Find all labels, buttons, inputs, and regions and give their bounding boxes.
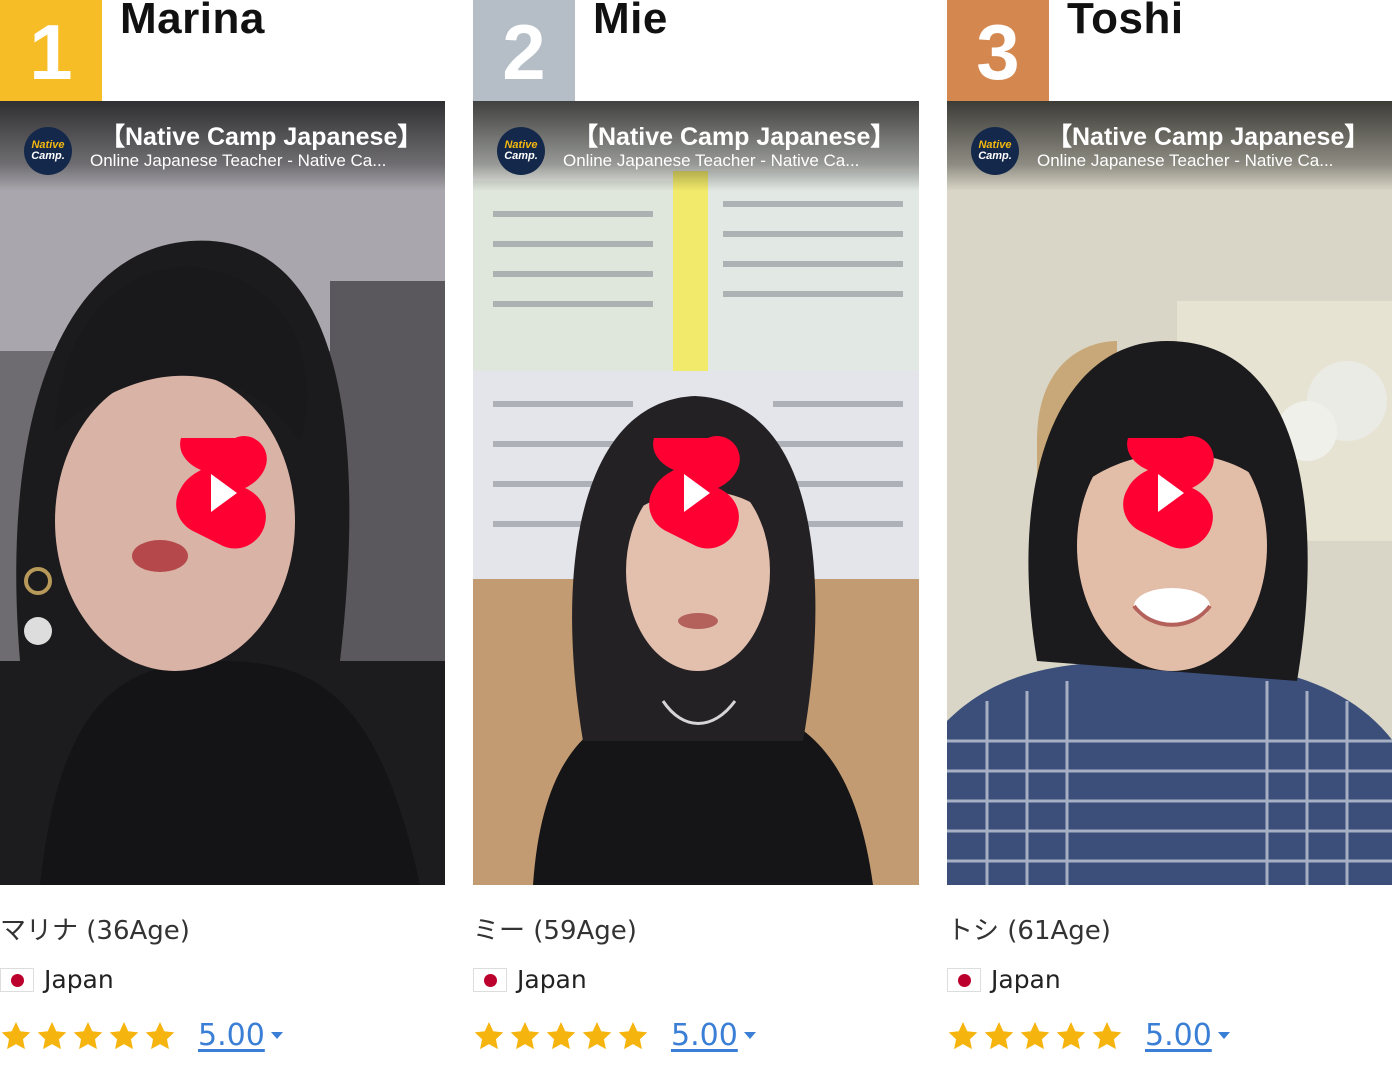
video-thumbnail[interactable]: Native Camp. 【Native Camp Japanese】 Onli… — [0, 101, 445, 885]
star-icon — [546, 1021, 576, 1049]
channel-logo-line2: Camp. — [504, 150, 538, 162]
star-icon — [37, 1021, 67, 1049]
rank-badge: 2 — [473, 0, 575, 101]
country-row: Japan — [473, 965, 587, 994]
star-icon — [618, 1021, 648, 1049]
teacher-name-age: マリナ (36Age) — [0, 916, 190, 946]
caret-down-icon[interactable] — [1217, 1032, 1230, 1039]
shorts-play-icon[interactable] — [646, 434, 744, 552]
rating-value-link[interactable]: 5.00 — [671, 1018, 738, 1053]
star-icon — [474, 1021, 504, 1049]
country-label: Japan — [517, 965, 587, 994]
caret-down-icon[interactable] — [743, 1032, 756, 1039]
teacher-name[interactable]: Marina — [120, 0, 265, 44]
channel-logo[interactable]: Native Camp. — [24, 127, 72, 175]
video-title[interactable]: 【Native Camp Japanese】 — [573, 117, 895, 153]
star-rating — [947, 1020, 1123, 1052]
shorts-play-icon[interactable] — [1120, 434, 1218, 552]
teacher-card-2: 2 Mie Native Camp. 【Native Camp Japanese… — [473, 0, 919, 1092]
teacher-name[interactable]: Mie — [593, 0, 668, 44]
star-icon — [73, 1021, 103, 1049]
country-row: Japan — [947, 965, 1061, 994]
star-icon — [109, 1021, 139, 1049]
channel-logo[interactable]: Native Camp. — [971, 127, 1019, 175]
rating-value-link[interactable]: 5.00 — [1145, 1018, 1212, 1053]
country-row: Japan — [0, 965, 114, 994]
video-subtitle: Online Japanese Teacher - Native Ca... — [90, 151, 387, 170]
star-icon — [1056, 1021, 1086, 1049]
star-icon — [145, 1021, 175, 1049]
caret-down-icon[interactable] — [270, 1032, 283, 1039]
rating-row: 5.00 — [0, 1018, 283, 1053]
country-label: Japan — [44, 965, 114, 994]
channel-logo-line2: Camp. — [978, 150, 1012, 162]
video-thumbnail[interactable]: Native Camp. 【Native Camp Japanese】 Onli… — [473, 101, 919, 885]
rank-badge: 3 — [947, 0, 1049, 101]
star-icon — [984, 1021, 1014, 1049]
video-title[interactable]: 【Native Camp Japanese】 — [100, 117, 422, 153]
star-icon — [1020, 1021, 1050, 1049]
video-subtitle: Online Japanese Teacher - Native Ca... — [1037, 151, 1334, 170]
teacher-name[interactable]: Toshi — [1067, 0, 1184, 44]
rating-value-link[interactable]: 5.00 — [198, 1018, 265, 1053]
star-icon — [582, 1021, 612, 1049]
rating-row: 5.00 — [947, 1018, 1230, 1053]
rating-row: 5.00 — [473, 1018, 756, 1053]
star-icon — [948, 1021, 978, 1049]
star-rating — [473, 1020, 649, 1052]
teacher-card-1: 1 Marina Native Camp. 【Native Camp Japan… — [0, 0, 445, 1092]
shorts-play-icon[interactable] — [173, 434, 271, 552]
rank-badge: 1 — [0, 0, 102, 101]
japan-flag-icon — [473, 967, 507, 992]
star-rating — [0, 1020, 176, 1052]
star-icon — [510, 1021, 540, 1049]
teacher-name-age: トシ (61Age) — [947, 916, 1111, 946]
country-label: Japan — [991, 965, 1061, 994]
video-title[interactable]: 【Native Camp Japanese】 — [1047, 117, 1369, 153]
star-icon — [1, 1021, 31, 1049]
japan-flag-icon — [0, 967, 34, 992]
video-header: Native Camp. 【Native Camp Japanese】 Onli… — [473, 101, 919, 191]
video-thumbnail[interactable]: Native Camp. 【Native Camp Japanese】 Onli… — [947, 101, 1392, 885]
video-subtitle: Online Japanese Teacher - Native Ca... — [563, 151, 860, 170]
teacher-card-3: 3 Toshi Native Camp. 【Native Camp Japane… — [947, 0, 1392, 1092]
japan-flag-icon — [947, 967, 981, 992]
channel-logo[interactable]: Native Camp. — [497, 127, 545, 175]
channel-logo-line2: Camp. — [31, 150, 65, 162]
video-header: Native Camp. 【Native Camp Japanese】 Onli… — [0, 101, 445, 191]
video-header: Native Camp. 【Native Camp Japanese】 Onli… — [947, 101, 1392, 191]
teacher-name-age: ミー (59Age) — [473, 916, 637, 946]
star-icon — [1092, 1021, 1122, 1049]
